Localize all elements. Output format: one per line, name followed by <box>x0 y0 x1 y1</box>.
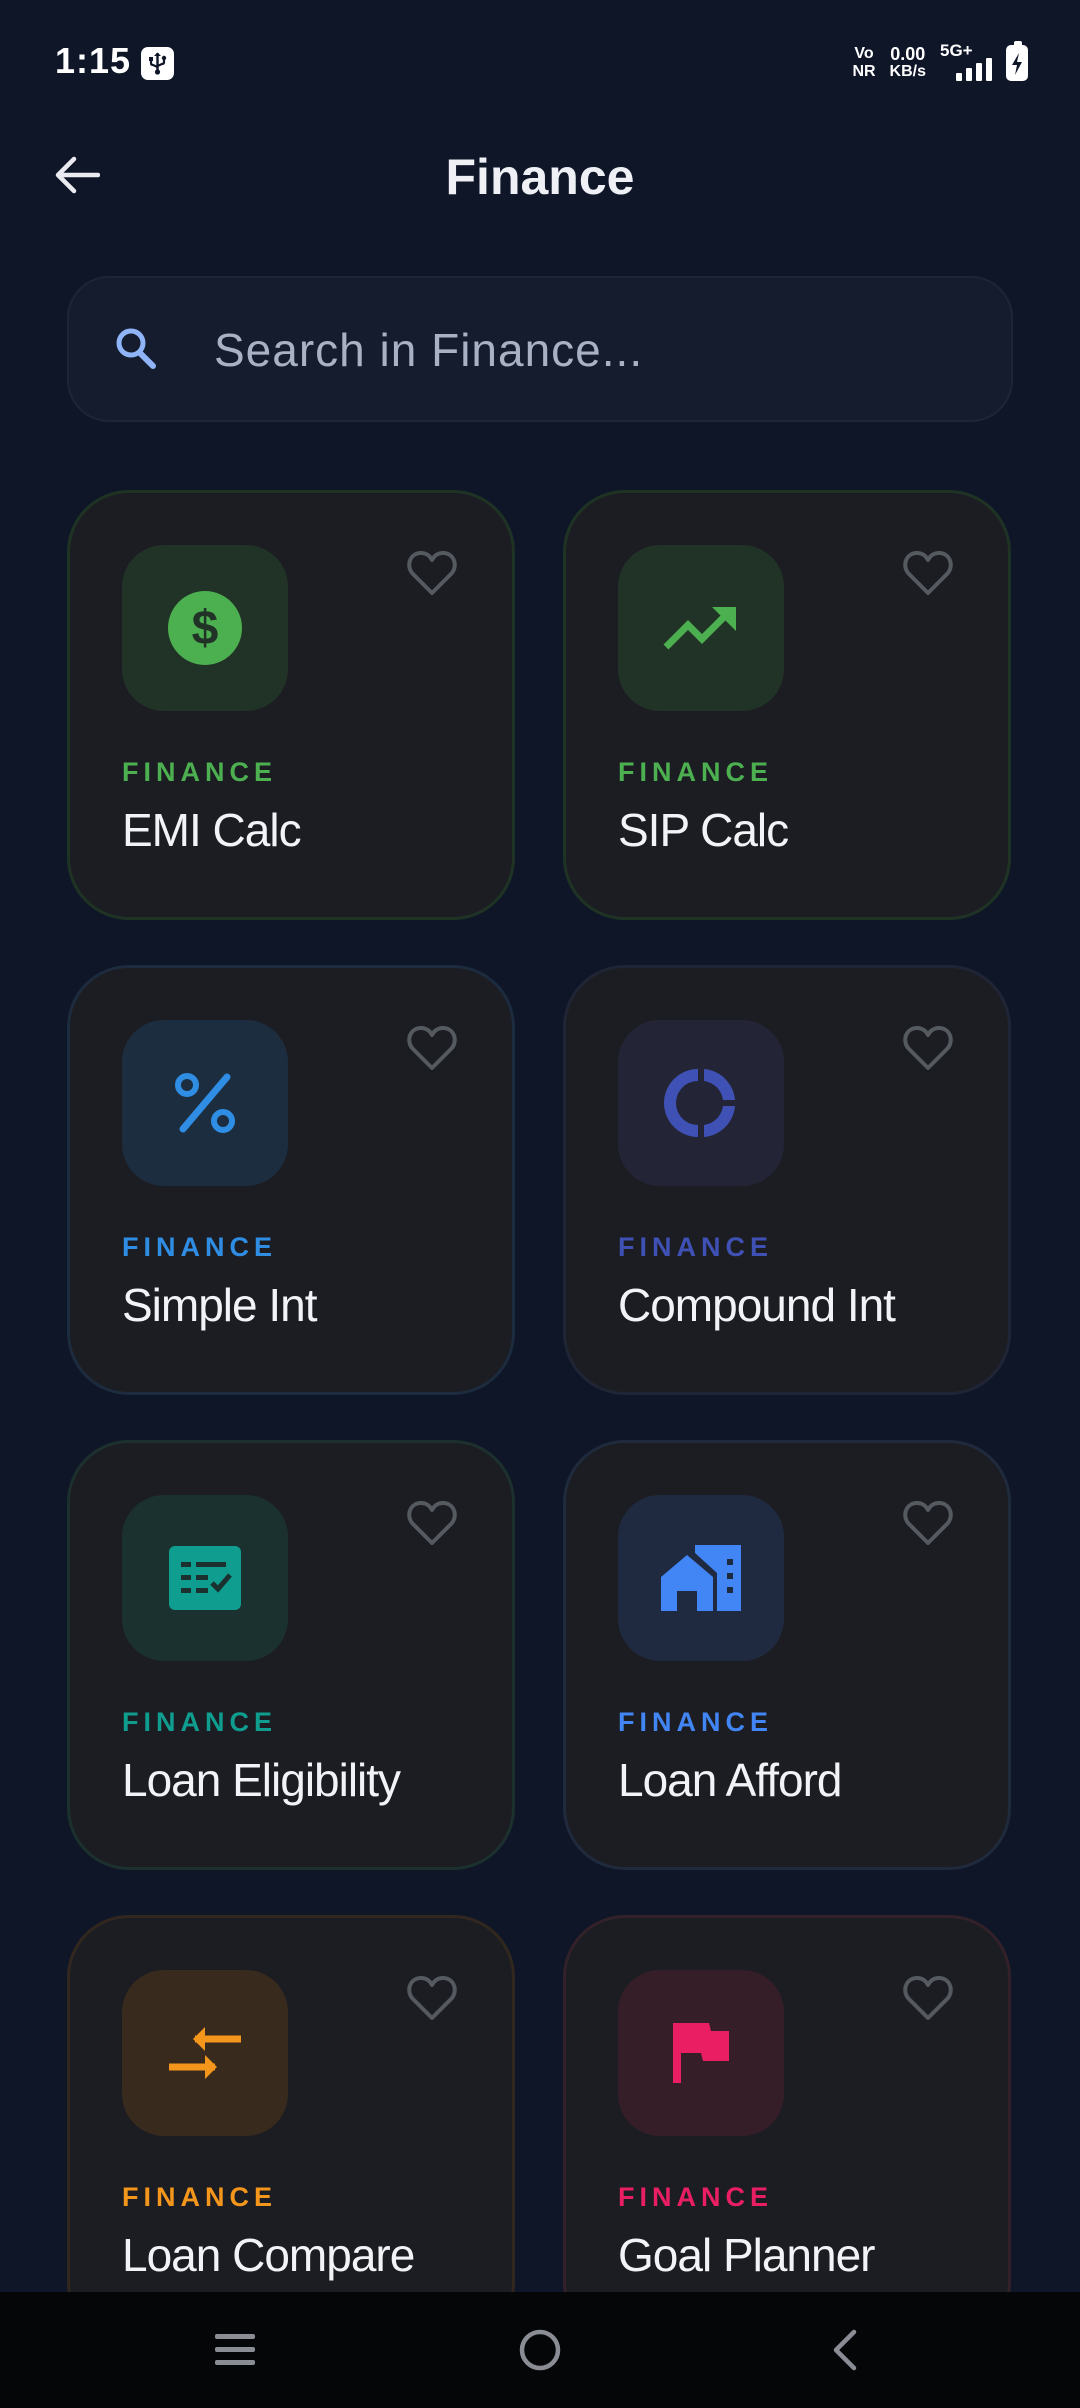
network-speed-unit: KB/s <box>889 63 926 80</box>
screen: 1:15 Vo NR 0.00 KB/s 5G+ Finance Search … <box>0 0 1080 2408</box>
flag-icon <box>673 2023 729 2083</box>
heart-outline-icon <box>903 1500 953 1545</box>
tool-icon-tile <box>122 1970 288 2136</box>
heart-outline-icon <box>407 1500 457 1545</box>
tool-card-loan-compare[interactable]: FINANCE Loan Compare <box>67 1915 515 2345</box>
tool-icon-tile <box>618 1020 784 1186</box>
tool-name: Loan Compare <box>122 2229 415 2281</box>
status-time: 1:15 <box>55 40 132 81</box>
percent-icon <box>175 1073 235 1133</box>
tool-icon-tile <box>122 1495 288 1661</box>
tool-name: Goal Planner <box>618 2229 875 2281</box>
heart-outline-icon <box>903 1975 953 2020</box>
tool-category: FINANCE <box>618 1707 773 1737</box>
favorite-button[interactable] <box>404 545 460 601</box>
checklist-icon <box>169 1546 241 1610</box>
usb-icon <box>141 47 174 80</box>
tool-category: FINANCE <box>618 1232 773 1262</box>
page-title: Finance <box>445 149 635 205</box>
favorite-button[interactable] <box>404 1020 460 1076</box>
battery-charging-icon <box>1006 41 1028 81</box>
tool-category: FINANCE <box>122 2182 277 2212</box>
search-input[interactable] <box>214 312 974 388</box>
signal-icon: 5G+ <box>940 41 992 83</box>
tool-card-compound-int[interactable]: FINANCE Compound Int <box>563 965 1011 1395</box>
heart-outline-icon <box>407 1975 457 2020</box>
network-speed: 0.00 KB/s <box>890 45 926 81</box>
recent-apps-button[interactable] <box>165 2292 305 2408</box>
network-speed-value: 0.00 <box>890 44 926 64</box>
menu-icon <box>215 2334 255 2365</box>
tool-category: FINANCE <box>122 757 277 787</box>
tool-category: FINANCE <box>122 1707 277 1737</box>
favorite-button[interactable] <box>900 1020 956 1076</box>
tool-card-sip-calc[interactable]: FINANCE SIP Calc <box>563 490 1011 920</box>
heart-outline-icon <box>903 550 953 595</box>
tool-icon-tile: $ <box>122 545 288 711</box>
status-bar: 1:15 Vo NR 0.00 KB/s 5G+ <box>0 0 1080 128</box>
home-button[interactable] <box>470 2292 610 2408</box>
favorite-button[interactable] <box>404 1970 460 2026</box>
nav-back-button[interactable] <box>775 2292 915 2408</box>
tool-card-loan-afford[interactable]: FINANCE Loan Afford <box>563 1440 1011 1870</box>
home-icon <box>519 2329 561 2371</box>
tool-card-loan-eligibility[interactable]: FINANCE Loan Eligibility <box>67 1440 515 1870</box>
tool-card-goal-planner[interactable]: FINANCE Goal Planner <box>563 1915 1011 2345</box>
tool-category: FINANCE <box>618 757 773 787</box>
system-nav-bar <box>0 2292 1080 2408</box>
tool-category: FINANCE <box>122 1232 277 1262</box>
volte-top: Vo <box>854 45 874 62</box>
favorite-button[interactable] <box>900 1970 956 2026</box>
tool-name: Loan Eligibility <box>122 1754 401 1806</box>
tool-icon-tile <box>618 545 784 711</box>
tool-name: Loan Afford <box>618 1754 842 1806</box>
back-icon <box>833 2329 857 2371</box>
tool-card-emi-calc[interactable]: $ FINANCE EMI Calc <box>67 490 515 920</box>
tool-icon-tile <box>618 1495 784 1661</box>
tool-name: Compound Int <box>618 1279 896 1331</box>
dollar-icon: $ <box>168 591 242 665</box>
search-icon <box>116 328 156 369</box>
tool-name: Simple Int <box>122 1279 318 1331</box>
volte-bottom: NR <box>852 63 876 80</box>
heart-outline-icon <box>407 550 457 595</box>
heart-outline-icon <box>407 1025 457 1070</box>
volte-indicator: Vo NR <box>852 45 875 81</box>
search-bar[interactable] <box>67 276 1013 422</box>
svg-text:$: $ <box>192 602 219 655</box>
compare-arrows-icon <box>169 2027 241 2079</box>
tool-name: EMI Calc <box>122 804 302 856</box>
status-indicators: Vo NR 0.00 KB/s 5G+ <box>852 41 1028 84</box>
favorite-button[interactable] <box>900 545 956 601</box>
tool-card-simple-int[interactable]: FINANCE Simple Int <box>67 965 515 1395</box>
tool-icon-tile <box>618 1970 784 2136</box>
tool-icon-tile <box>122 1020 288 1186</box>
trending-up-icon <box>663 607 736 650</box>
tool-category: FINANCE <box>618 2182 773 2212</box>
tool-name: SIP Calc <box>618 804 789 856</box>
house-icon <box>661 1545 741 1611</box>
favorite-button[interactable] <box>900 1495 956 1551</box>
donut-chart-icon <box>664 1069 735 1137</box>
heart-outline-icon <box>903 1025 953 1070</box>
favorite-button[interactable] <box>404 1495 460 1551</box>
